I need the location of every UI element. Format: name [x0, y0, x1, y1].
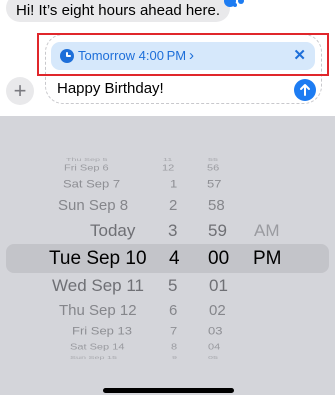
arrow-up-icon — [300, 84, 310, 96]
picker-hour-item[interactable]: 2 — [169, 198, 177, 213]
picker-hour-item[interactable]: 9 — [172, 355, 177, 360]
picker-date-item[interactable]: Thu Sep 5 — [66, 157, 108, 162]
picker-am-item[interactable]: AM — [254, 222, 280, 239]
picker-hour-item[interactable]: 8 — [171, 343, 177, 351]
picker-minute-item[interactable]: 02 — [209, 303, 226, 318]
picker-date-item[interactable]: Sun Sep 8 — [58, 198, 128, 213]
picker-minute-item[interactable]: 56 — [207, 164, 219, 172]
picker-hour-item[interactable]: 6 — [169, 303, 177, 318]
conversation-area: Hi! It’s eight hours ahead here. Tomorro… — [0, 0, 335, 116]
date-time-picker[interactable]: Thu Sep 5 Fri Sep 6 Sat Sep 7 Sun Sep 8 … — [0, 116, 335, 395]
add-attachment-button[interactable]: + — [6, 77, 34, 105]
picker-minute-item[interactable]: 58 — [208, 198, 225, 213]
picker-minute-item[interactable]: 04 — [208, 343, 220, 351]
message-input[interactable]: Happy Birthday! — [57, 78, 164, 100]
picker-date-item[interactable]: Sun Sep 15 — [70, 355, 117, 360]
picker-minute-item[interactable]: 03 — [208, 325, 222, 336]
picker-minute-item[interactable]: 01 — [209, 277, 228, 294]
picker-minute-item[interactable]: 05 — [208, 355, 218, 360]
picker-date-item-selected[interactable]: Tue Sep 10 — [49, 249, 147, 268]
picker-date-item[interactable]: Sat Sep 14 — [70, 343, 124, 351]
picker-minute-item[interactable]: 57 — [207, 178, 221, 189]
picker-date-item[interactable]: Fri Sep 13 — [72, 325, 132, 336]
picker-minute-item[interactable]: 59 — [208, 222, 227, 239]
picker-date-item[interactable]: Thu Sep 12 — [59, 303, 137, 318]
picker-date-item[interactable]: Fri Sep 6 — [64, 164, 109, 172]
picker-hour-item[interactable]: 1 — [170, 178, 177, 189]
picker-hour-item[interactable]: 3 — [168, 222, 177, 239]
reaction-dot-tiny-icon — [233, 3, 237, 7]
picker-hour-item[interactable]: 7 — [170, 325, 177, 336]
picker-minute-item-selected[interactable]: 00 — [208, 249, 229, 268]
picker-hour-item-selected[interactable]: 4 — [169, 249, 180, 268]
picker-date-item[interactable]: Sat Sep 7 — [63, 178, 120, 189]
highlight-box — [37, 33, 329, 76]
picker-date-item[interactable]: Wed Sep 11 — [52, 277, 144, 294]
picker-date-item[interactable]: Today — [90, 222, 135, 239]
home-indicator[interactable] — [103, 388, 234, 393]
picker-minute-item[interactable]: 55 — [208, 157, 218, 162]
send-button[interactable] — [294, 79, 316, 101]
reaction-dot-small-icon — [238, 0, 244, 4]
picker-hour-item[interactable]: 5 — [168, 277, 177, 294]
picker-pm-item-selected[interactable]: PM — [253, 249, 282, 268]
plus-icon: + — [13, 78, 27, 103]
received-message-text: Hi! It’s eight hours ahead here. — [16, 2, 221, 19]
picker-hour-item[interactable]: 12 — [162, 164, 174, 172]
picker-hour-item[interactable]: 11 — [163, 157, 172, 162]
received-message-bubble[interactable]: Hi! It’s eight hours ahead here. — [6, 0, 231, 22]
